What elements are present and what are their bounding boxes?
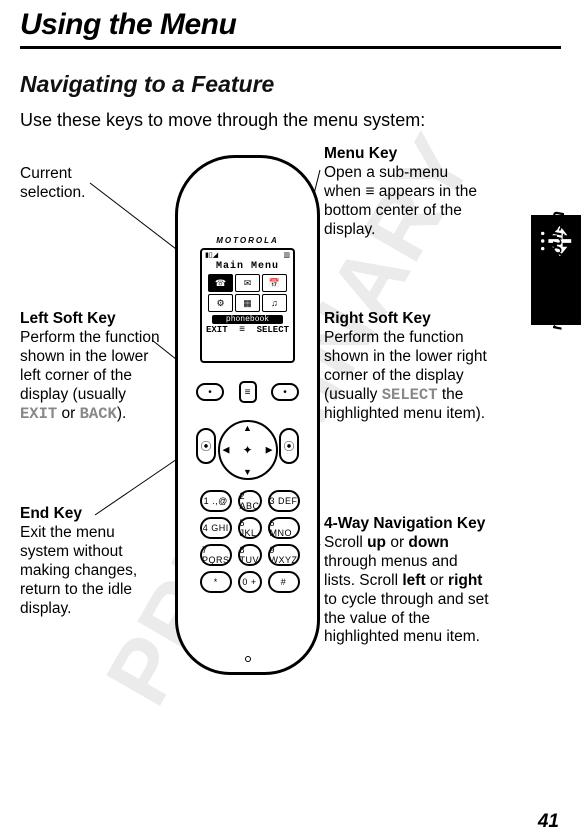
mic-icon [245, 656, 251, 662]
callout-text: Scroll up or down through menus and list… [324, 534, 489, 646]
callout-head: End Key [20, 505, 82, 522]
intro-text: Use these keys to move through the menu … [20, 110, 561, 131]
code-back: BACK [80, 405, 117, 423]
menu-grid: ☎ ✉ 📅 ⚙ ▦ ♫ [202, 272, 293, 314]
menu-key: ≡ [239, 381, 257, 403]
status-bar: ▮▯◢ ▥ [202, 250, 293, 260]
callout-text: ). [117, 405, 126, 422]
key-4: 4 GHI [200, 517, 232, 539]
key-1: 1 .,@ [200, 490, 232, 512]
key-7: 7 PQRS [200, 544, 232, 566]
callout-current-selection: Current selection. [20, 165, 105, 203]
keypad: 1 .,@ 2 ABC 3 DEF 4 GHI 5 JKL 6 MNO 7 PQ… [200, 490, 295, 593]
screen-hint: phonebook [212, 315, 283, 324]
page-number: 41 [538, 811, 559, 833]
menu-cell: ♫ [262, 294, 287, 312]
code-exit: EXIT [20, 405, 57, 423]
callout-menu-key: Menu Key Open a sub-menu when ≡ appears … [324, 145, 479, 240]
nav-key: ▲ ▼ ◀ ▶ [218, 420, 278, 480]
callout-text: Current selection. [20, 165, 85, 201]
callout-text: Perform the function shown in the lower … [20, 329, 160, 403]
menu-cell: ⚙ [208, 294, 233, 312]
key-hash: # [268, 571, 300, 593]
callout-text: or [57, 405, 79, 422]
callout-4way-nav: 4-Way Navigation Key Scroll up or down t… [324, 515, 489, 647]
soft-label-right: SELECT [257, 325, 289, 336]
callout-head: Menu Key [324, 145, 397, 162]
key-9: 9 WXYZ [268, 544, 300, 566]
callout-head: 4-Way Navigation Key [324, 515, 485, 532]
menu-cell-selected: ☎ [208, 274, 233, 292]
callout-head: Left Soft Key [20, 310, 116, 327]
menu-cell: ▦ [235, 294, 260, 312]
nav-up-icon: ▲ [243, 423, 252, 433]
phone-diagram: Current selection. Left Soft Key Perform… [20, 145, 480, 735]
end-key: ⦿ [196, 428, 216, 464]
page-title: Using the Menu [20, 8, 561, 42]
key-8: 8 TUV [238, 544, 262, 566]
phone-screen: ▮▯◢ ▥ Main Menu ☎ ✉ 📅 ⚙ ▦ ♫ phonebook EX… [200, 248, 295, 363]
key-5: 5 JKL [238, 517, 262, 539]
key-star: * [200, 571, 232, 593]
key-2: 2 ABC [238, 490, 262, 512]
phone-brand: MOTOROLA [178, 236, 317, 245]
callout-text: Exit the menu system without making chan… [20, 524, 137, 617]
soft-label-left: EXIT [206, 325, 228, 336]
key-0: 0 + [238, 571, 262, 593]
title-rule [20, 46, 561, 49]
callout-end-key: End Key Exit the menu system without mak… [20, 505, 160, 618]
code-select: SELECT [382, 386, 438, 404]
nav-left-icon: ◀ [223, 445, 230, 456]
signal-icon: ▮▯◢ [205, 251, 218, 259]
screen-menu-title: Main Menu [202, 261, 293, 272]
side-section-label: Using the Menu [548, 211, 566, 330]
nav-down-icon: ▼ [243, 467, 252, 477]
callout-right-soft-key: Right Soft Key Perform the function show… [324, 310, 494, 423]
left-soft-key: • [196, 383, 224, 401]
menu-cell: ✉ [235, 274, 260, 292]
key-6: 6 MNO [268, 517, 300, 539]
key-3: 3 DEF [268, 490, 300, 512]
battery-icon: ▥ [283, 251, 290, 259]
callout-left-soft-key: Left Soft Key Perform the function shown… [20, 310, 160, 423]
section-subtitle: Navigating to a Feature [20, 71, 561, 98]
phone-outline: MOTOROLA ▮▯◢ ▥ Main Menu ☎ ✉ 📅 ⚙ ▦ ♫ pho… [175, 155, 320, 675]
soft-label-menu-icon: ≡ [239, 325, 245, 336]
callout-head: Right Soft Key [324, 310, 431, 327]
nav-right-icon: ▶ [266, 445, 273, 456]
menu-cell: 📅 [262, 274, 287, 292]
right-soft-key: • [271, 383, 299, 401]
send-key: ⦿ [279, 428, 299, 464]
